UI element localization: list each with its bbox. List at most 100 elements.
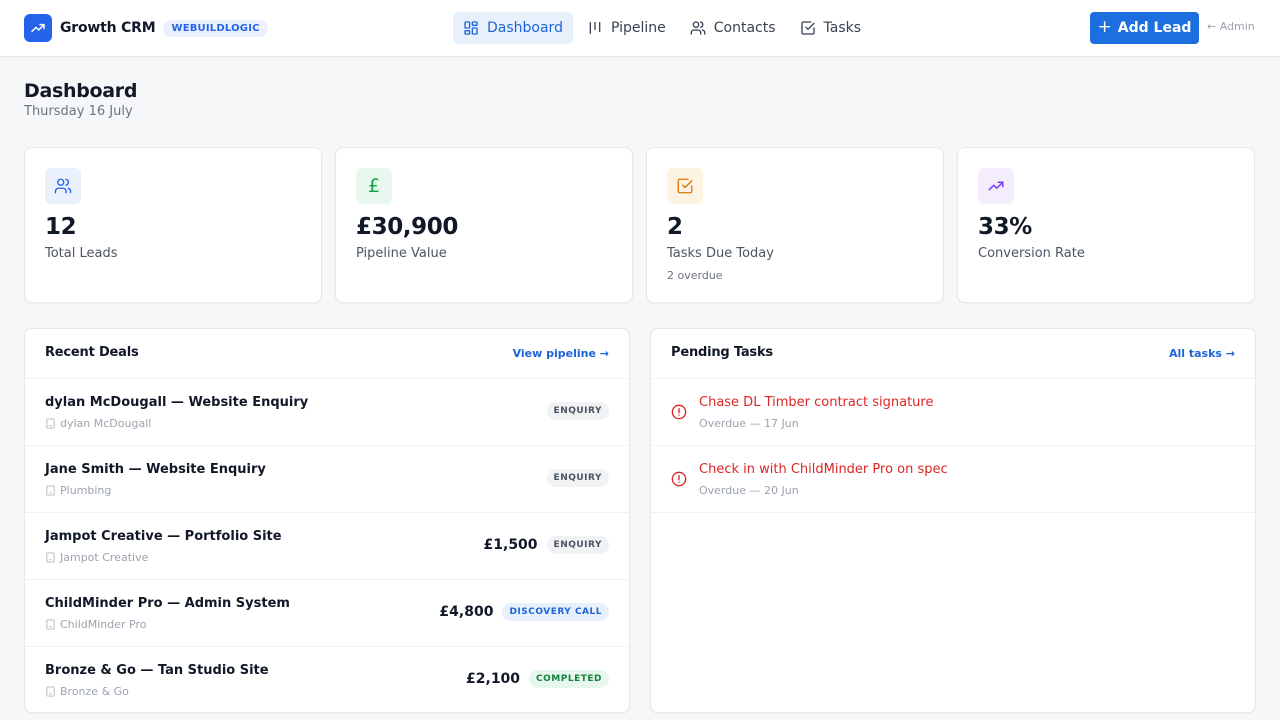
- stat-label: Pipeline Value: [356, 246, 447, 261]
- contacts-icon: [690, 21, 706, 35]
- task-list: Chase DL Timber contract signature Overdu…: [651, 379, 1255, 513]
- admin-link[interactable]: ← Admin: [1207, 20, 1255, 33]
- deal-meta: ENQUIRY: [546, 469, 609, 487]
- stat-card-pipeline-value: £ £30,900 Pipeline Value: [335, 147, 633, 303]
- deal-company: Jampot Creative: [45, 551, 148, 564]
- building-icon: [46, 418, 55, 429]
- deal-row[interactable]: ChildMinder Pro — Admin System ChildMinde…: [25, 580, 629, 647]
- stage-badge: COMPLETED: [529, 670, 609, 688]
- stage-badge: ENQUIRY: [546, 536, 609, 554]
- deal-value: £4,800: [439, 604, 494, 620]
- panel-title: Pending Tasks: [671, 345, 773, 360]
- deal-row[interactable]: dylan McDougall — Website Enquiry dylan M…: [25, 379, 629, 446]
- alert-circle-icon: [671, 471, 687, 487]
- stat-value: 2: [667, 214, 683, 240]
- stage-badge: ENQUIRY: [546, 402, 609, 420]
- task-row[interactable]: Chase DL Timber contract signature Overdu…: [651, 379, 1255, 446]
- panel-title: Recent Deals: [45, 345, 139, 360]
- panel-header: Pending Tasks All tasks →: [651, 329, 1255, 379]
- plus-icon: +: [1097, 17, 1112, 37]
- add-lead-label: Add Lead: [1117, 20, 1192, 36]
- deal-value: £2,100: [466, 671, 521, 687]
- dashboard-icon: [464, 21, 478, 35]
- task-row[interactable]: Check in with ChildMinder Pro on spec Ove…: [651, 446, 1255, 513]
- building-icon: [46, 686, 55, 697]
- nav-tasks[interactable]: Tasks: [790, 12, 872, 44]
- stat-label: Conversion Rate: [978, 246, 1085, 261]
- brand-logo-icon: [24, 14, 52, 42]
- stage-badge: DISCOVERY CALL: [502, 603, 609, 621]
- task-title: Check in with ChildMinder Pro on spec: [699, 462, 948, 477]
- deal-row[interactable]: Jampot Creative — Portfolio Site Jampot C…: [25, 513, 629, 580]
- view-pipeline-label: View pipeline: [512, 347, 596, 360]
- page-date: Thursday 16 July: [24, 104, 133, 119]
- deal-company-name: Plumbing: [60, 484, 112, 497]
- users-icon: [45, 168, 81, 204]
- deal-company-name: Bronze & Go: [60, 685, 129, 698]
- deal-title: dylan McDougall — Website Enquiry: [45, 395, 309, 410]
- deal-row[interactable]: Bronze & Go — Tan Studio Site Bronze & Go…: [25, 647, 629, 712]
- arrow-right-icon: →: [1225, 347, 1235, 360]
- pound-icon: £: [356, 168, 392, 204]
- deal-company: Plumbing: [45, 484, 111, 497]
- all-tasks-link[interactable]: All tasks →: [1169, 347, 1235, 360]
- recent-deals-panel: Recent Deals View pipeline → dylan McDou…: [24, 328, 630, 713]
- nav-label: Contacts: [713, 20, 776, 36]
- stat-card-conversion-rate: 33% Conversion Rate: [957, 147, 1255, 303]
- deal-title: Bronze & Go — Tan Studio Site: [45, 663, 269, 678]
- task-due: Overdue — 17 Jun: [699, 417, 799, 430]
- deal-company-name: dylan McDougall: [60, 417, 152, 430]
- stat-value: 12: [45, 214, 77, 240]
- stat-label: Total Leads: [45, 246, 118, 261]
- nav-label: Tasks: [823, 20, 862, 36]
- check-square-icon: [667, 168, 703, 204]
- stat-card-total-leads: 12 Total Leads: [24, 147, 322, 303]
- stat-card-tasks-due: 2 Tasks Due Today 2 overdue: [646, 147, 944, 303]
- deal-title: Jampot Creative — Portfolio Site: [45, 529, 282, 544]
- nav-label: Dashboard: [487, 20, 563, 36]
- stat-value: £30,900: [356, 214, 458, 240]
- brand-badge: WEBUILDLOGIC: [163, 19, 268, 37]
- deal-meta: £2,100 COMPLETED: [466, 670, 609, 688]
- building-icon: [46, 552, 55, 563]
- all-tasks-label: All tasks: [1168, 347, 1222, 360]
- trending-up-icon: [978, 168, 1014, 204]
- view-pipeline-link[interactable]: View pipeline →: [513, 347, 609, 360]
- task-due: Overdue — 20 Jun: [699, 484, 799, 497]
- top-bar: Growth CRM WEBUILDLOGIC Dashboard Pipeli…: [0, 0, 1280, 57]
- deal-company: dylan McDougall: [45, 417, 151, 430]
- building-icon: [46, 619, 55, 630]
- brand-name: Growth CRM: [60, 20, 156, 36]
- stat-sub: 2 overdue: [667, 269, 723, 282]
- task-title: Chase DL Timber contract signature: [699, 395, 934, 410]
- add-lead-button[interactable]: + Add Lead: [1090, 12, 1199, 44]
- alert-circle-icon: [671, 404, 687, 420]
- deal-meta: £4,800 DISCOVERY CALL: [439, 603, 609, 621]
- deal-row[interactable]: Jane Smith — Website Enquiry Plumbing ENQU…: [25, 446, 629, 513]
- brand[interactable]: Growth CRM WEBUILDLOGIC: [24, 14, 268, 42]
- building-icon: [46, 485, 55, 496]
- main-nav: Dashboard Pipeline Contacts Tasks: [453, 12, 875, 44]
- nav-label: Pipeline: [610, 20, 666, 36]
- pending-tasks-panel: Pending Tasks All tasks → Chase DL Timbe…: [650, 328, 1256, 713]
- deal-company-name: Jampot Creative: [60, 551, 149, 564]
- deal-company: Bronze & Go: [45, 685, 129, 698]
- stage-badge: ENQUIRY: [546, 469, 609, 487]
- nav-contacts[interactable]: Contacts: [680, 12, 786, 44]
- nav-pipeline[interactable]: Pipeline: [577, 12, 676, 44]
- deal-value: £1,500: [483, 537, 538, 553]
- deal-meta: ENQUIRY: [546, 402, 609, 420]
- panel-header: Recent Deals View pipeline →: [25, 329, 629, 379]
- deal-title: Jane Smith — Website Enquiry: [45, 462, 266, 477]
- arrow-right-icon: →: [599, 347, 609, 360]
- deal-meta: £1,500 ENQUIRY: [484, 536, 609, 554]
- deal-company: ChildMinder Pro: [45, 618, 147, 631]
- nav-dashboard[interactable]: Dashboard: [453, 12, 573, 44]
- deal-company-name: ChildMinder Pro: [60, 618, 147, 631]
- page-title: Dashboard: [24, 80, 138, 102]
- stat-value: 33%: [978, 214, 1032, 240]
- stat-label: Tasks Due Today: [667, 246, 774, 261]
- deal-list: dylan McDougall — Website Enquiry dylan M…: [25, 379, 629, 712]
- pipeline-icon: [589, 22, 601, 34]
- tasks-icon: [800, 21, 815, 35]
